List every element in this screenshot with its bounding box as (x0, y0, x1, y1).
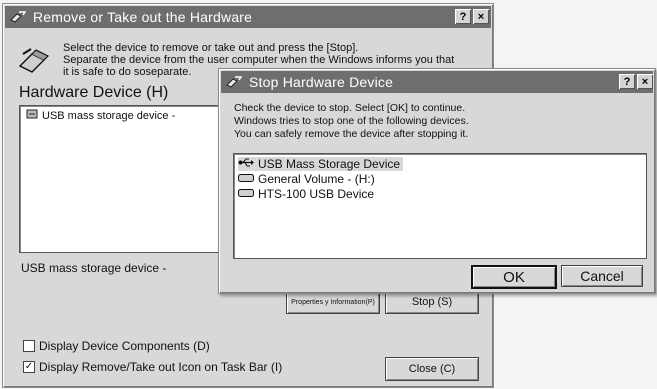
usb-device-icon (26, 109, 38, 122)
tree-item-selected[interactable]: USB Mass Storage Device (238, 157, 404, 171)
close-window-button[interactable]: × (637, 74, 653, 89)
ok-button[interactable]: OK (471, 265, 557, 289)
dialog-titlebar[interactable]: Stop Hardware Device ? × (221, 71, 653, 93)
drive-icon (238, 172, 254, 186)
main-window-title: Remove or Take out the Hardware (33, 9, 253, 25)
dialog-instruction-line: You can safely remove the device after s… (234, 128, 469, 140)
selected-device-label: USB mass storage device - (21, 261, 167, 275)
help-button[interactable]: ? (455, 9, 471, 24)
tree-item-label: General Volume - (H:) (258, 172, 375, 186)
device-eject-icon (17, 46, 51, 81)
main-instruction-line: Select the device to remove or take out … (63, 42, 359, 54)
option-label: Display Remove/Take out Icon on Task Bar… (39, 360, 283, 374)
close-button[interactable]: Close (C) (385, 357, 479, 381)
checkbox-checked[interactable]: ✓ (23, 361, 35, 373)
list-item[interactable]: USB mass storage device - (26, 109, 175, 122)
tree-item[interactable]: HTS-100 USB Device (238, 187, 374, 201)
usb-icon (238, 157, 254, 171)
dialog-instructions: Check the device to stop. Select [OK] to… (234, 102, 469, 141)
tree-item[interactable]: General Volume - (H:) (238, 172, 375, 186)
dialog-instruction-line: Check the device to stop. Select [OK] to… (234, 102, 466, 114)
dialog-title: Stop Hardware Device (249, 74, 394, 90)
cancel-button[interactable]: Cancel (561, 265, 643, 287)
tree-item-label: USB Mass Storage Device (258, 157, 401, 171)
hardware-icon (223, 73, 245, 91)
option-taskbar-icon[interactable]: ✓ Display Remove/Take out Icon on Task B… (23, 360, 282, 374)
hardware-device-heading: Hardware Device (H) (19, 84, 169, 101)
drive-icon (238, 187, 254, 201)
option-label: Display Device Components (D) (39, 339, 210, 353)
hardware-device-list[interactable]: USB mass storage device - (19, 105, 221, 253)
hardware-icon (7, 8, 29, 26)
main-instruction-line: Separate the device from the user comput… (63, 54, 455, 66)
close-window-button[interactable]: × (473, 9, 489, 24)
device-tree[interactable]: USB Mass Storage Device General Volume -… (233, 153, 647, 259)
help-button[interactable]: ? (619, 74, 635, 89)
stop-hardware-dialog: Stop Hardware Device ? × Check the devic… (218, 68, 656, 294)
main-titlebar[interactable]: Remove or Take out the Hardware ? × (5, 6, 491, 28)
checkbox[interactable] (23, 340, 35, 352)
list-item-label: USB mass storage device - (42, 109, 176, 122)
dialog-instruction-line: Windows tries to stop one of the followi… (234, 115, 469, 127)
option-device-components[interactable]: Display Device Components (D) (23, 339, 210, 353)
tree-item-label: HTS-100 USB Device (258, 187, 375, 201)
